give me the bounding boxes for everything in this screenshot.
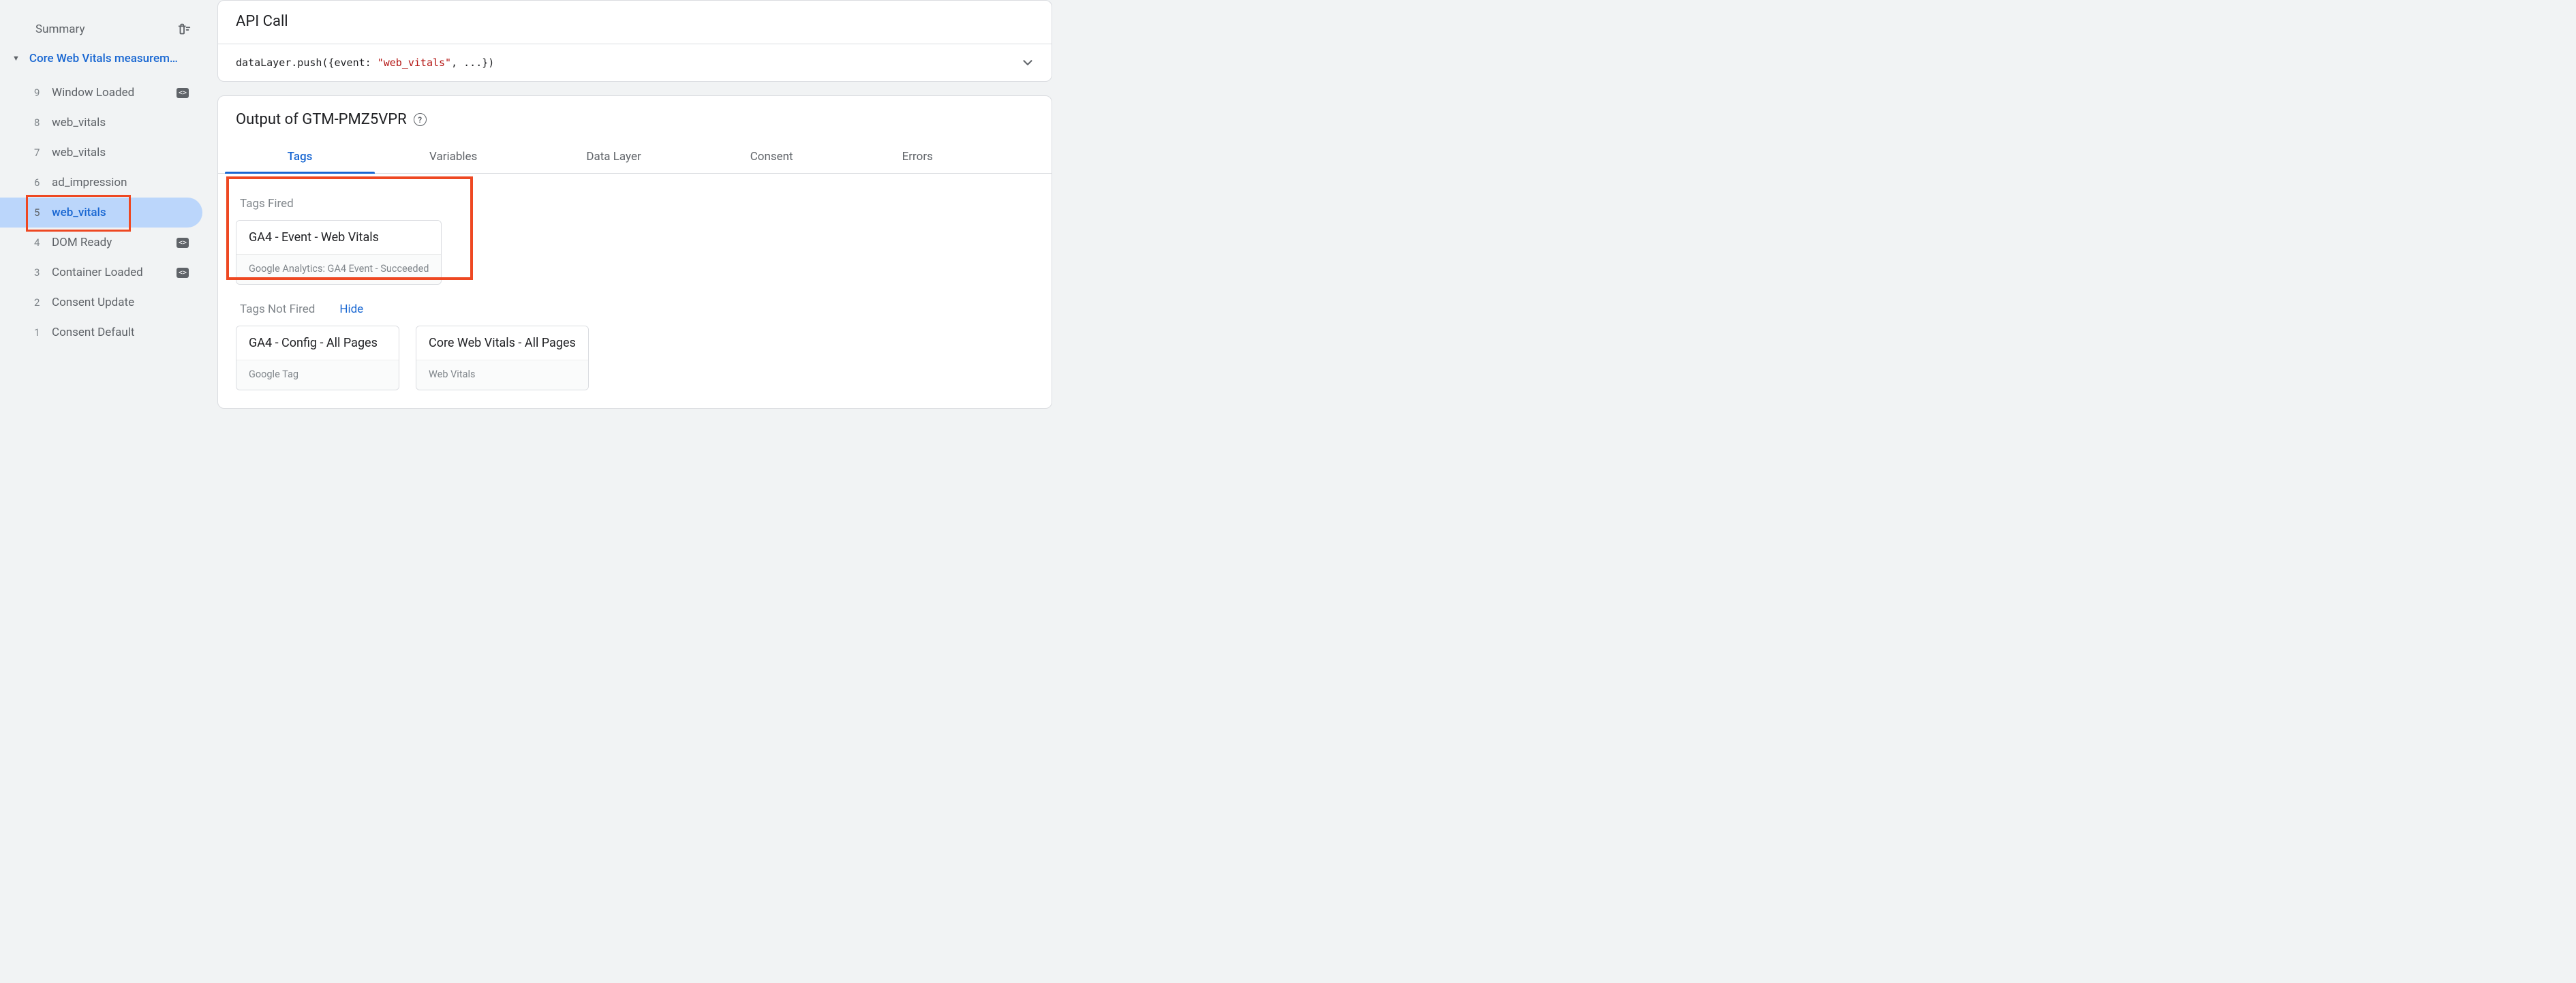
main: API Call dataLayer.push({event: "web_vit…: [205, 0, 1058, 404]
sidebar-event-item[interactable]: 3Container Loaded <>: [0, 258, 202, 287]
sidebar-event-list: 9Window Loaded<>8web_vitals7web_vitals6a…: [0, 72, 205, 347]
output-tabs: TagsVariablesData LayerConsentErrors: [218, 140, 1052, 174]
event-label: web_vitals: [52, 116, 189, 129]
tab-data-layer[interactable]: Data Layer: [532, 140, 695, 173]
code-badge-icon: <>: [177, 268, 189, 278]
tag-card-title: Core Web Vitals - All Pages: [416, 326, 588, 360]
code-badge-icon: <>: [177, 88, 189, 98]
api-call-heading: API Call: [218, 1, 1052, 44]
chevron-down-icon[interactable]: [1020, 55, 1035, 70]
tags-fired-label: Tags Fired: [240, 197, 1030, 210]
hide-link[interactable]: Hide: [339, 302, 363, 316]
event-label: Consent Update: [52, 296, 189, 309]
sidebar-tree-title: Core Web Vitals measurem…: [29, 52, 178, 65]
output-title: Output of GTM-PMZ5VPR ?: [218, 96, 1052, 131]
event-label: web_vitals: [52, 206, 189, 219]
clear-icon[interactable]: [177, 22, 191, 37]
sidebar-event-item[interactable]: 1Consent Default: [0, 317, 202, 347]
tags-not-fired-header: Tags Not Fired Hide: [240, 302, 1030, 316]
output-title-prefix: Output of: [236, 111, 302, 128]
event-number: 6: [34, 176, 52, 189]
sidebar-event-item[interactable]: 8web_vitals: [0, 108, 202, 138]
sidebar-event-item[interactable]: 9Window Loaded <>: [0, 78, 202, 108]
sidebar-event-item[interactable]: 4DOM Ready <>: [0, 228, 202, 258]
event-label: Container Loaded: [52, 266, 170, 279]
tag-card[interactable]: Core Web Vitals - All PagesWeb Vitals: [416, 326, 589, 390]
app-root: Summary ▼ Core Web Vitals measurem… 9Win…: [0, 0, 1058, 404]
tab-consent[interactable]: Consent: [696, 140, 848, 173]
sidebar-summary-row[interactable]: Summary: [0, 14, 205, 45]
sidebar-event-item[interactable]: 7web_vitals: [0, 138, 202, 168]
event-number: 1: [34, 326, 52, 339]
api-call-code-row[interactable]: dataLayer.push({event: "web_vitals", ...…: [218, 44, 1052, 81]
sidebar-event-item[interactable]: 6ad_impression: [0, 168, 202, 198]
tag-card-title: GA4 - Event - Web Vitals: [236, 221, 441, 254]
event-label: web_vitals: [52, 146, 189, 159]
output-card: Output of GTM-PMZ5VPR ? TagsVariablesDat…: [217, 95, 1052, 409]
event-number: 3: [34, 266, 52, 279]
tag-card[interactable]: GA4 - Config - All PagesGoogle Tag: [236, 326, 399, 390]
sidebar-event-item[interactable]: 5web_vitals: [0, 198, 202, 228]
sidebar: Summary ▼ Core Web Vitals measurem… 9Win…: [0, 0, 205, 404]
event-number: 4: [34, 236, 52, 249]
sidebar-event-item[interactable]: 2Consent Update: [0, 287, 202, 317]
event-label: ad_impression: [52, 176, 189, 189]
sidebar-tree-header[interactable]: ▼ Core Web Vitals measurem…: [0, 45, 205, 72]
code-badge-icon: <>: [177, 238, 189, 248]
tags-fired-list: GA4 - Event - Web VitalsGoogle Analytics…: [236, 220, 1034, 285]
api-call-code-prefix: dataLayer.push({event:: [236, 57, 378, 69]
api-call-code-suffix: , ...}): [451, 57, 494, 69]
event-label: Consent Default: [52, 326, 189, 339]
tags-not-fired-label: Tags Not Fired: [240, 302, 315, 316]
api-call-code-string: "web_vitals": [378, 57, 451, 69]
event-number: 7: [34, 146, 52, 159]
tab-errors[interactable]: Errors: [848, 140, 987, 173]
tab-variables[interactable]: Variables: [375, 140, 532, 173]
api-call-code: dataLayer.push({event: "web_vitals", ...…: [236, 57, 494, 69]
event-number: 5: [34, 206, 52, 219]
caret-down-icon: ▼: [12, 54, 20, 63]
event-label: Window Loaded: [52, 86, 170, 99]
tab-body-tags: Tags Fired GA4 - Event - Web VitalsGoogl…: [218, 174, 1052, 408]
event-number: 2: [34, 296, 52, 309]
api-call-card: API Call dataLayer.push({event: "web_vit…: [217, 0, 1052, 82]
event-number: 8: [34, 116, 52, 129]
tags-not-fired-list: GA4 - Config - All PagesGoogle Tag Core W…: [236, 326, 1034, 390]
help-icon[interactable]: ?: [414, 113, 427, 126]
event-label: DOM Ready: [52, 236, 170, 249]
tag-card-title: GA4 - Config - All Pages: [236, 326, 399, 360]
tag-card[interactable]: GA4 - Event - Web VitalsGoogle Analytics…: [236, 220, 442, 285]
sidebar-summary-label: Summary: [35, 22, 85, 36]
tag-card-subtitle: Google Tag: [236, 360, 399, 390]
tab-tags[interactable]: Tags: [225, 140, 375, 173]
output-container-id: GTM-PMZ5VPR: [302, 111, 406, 128]
event-number: 9: [34, 87, 52, 99]
tag-card-subtitle: Google Analytics: GA4 Event - Succeeded: [236, 254, 441, 284]
tag-card-subtitle: Web Vitals: [416, 360, 588, 390]
